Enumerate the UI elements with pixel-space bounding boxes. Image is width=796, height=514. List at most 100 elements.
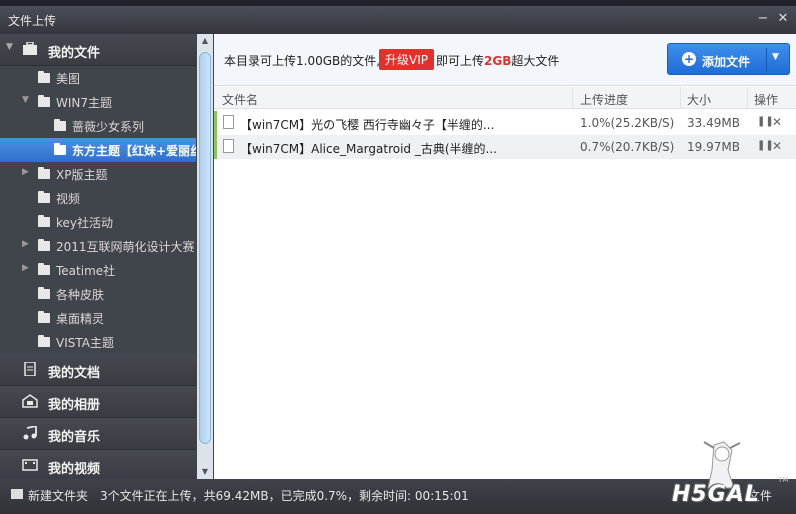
column-divider [572, 87, 573, 109]
tree-folder-item[interactable]: ▼ WIN7主题 [0, 90, 196, 114]
section-video[interactable]: 我的视频 [0, 450, 196, 479]
folder-icon [54, 119, 66, 131]
folder-label: 2011互联网萌化设计大赛 [56, 240, 195, 254]
folder-icon [38, 167, 50, 179]
folder-label: 东方主题【红妹+爱丽丝 [72, 144, 196, 158]
file-size: 19.97MB [687, 140, 740, 154]
table-header: 文件名 上传进度 大小 操作 [214, 87, 796, 109]
tree-folder-item[interactable]: 蔷薇少女系列 [0, 114, 196, 138]
collapse-arrow-icon[interactable]: ▶ [22, 239, 29, 249]
table-row[interactable]: 【win7CM】Alice_Margatroid _古典(半缠的... 0.7%… [214, 135, 796, 159]
tree-folder-item[interactable]: VISTA主题 [0, 330, 196, 354]
minimize-button[interactable]: − [754, 10, 772, 28]
section-photo-album[interactable]: 我的相册 [0, 386, 196, 418]
section-label: 我的相册 [48, 398, 101, 413]
column-divider [680, 87, 681, 109]
add-file-label: 添加文件 [702, 55, 751, 69]
file-size: 33.49MB [687, 116, 740, 130]
folder-label: 各种皮肤 [56, 288, 105, 302]
tree-folder-item[interactable]: key社活动 [0, 210, 196, 234]
vip-promo-text: 即可上传2GB超大文件 [436, 54, 560, 68]
dropdown-arrow-icon[interactable]: ▼ [772, 52, 779, 62]
folder-label: 桌面精灵 [56, 312, 105, 326]
tree-folder-item[interactable]: 东方主题【红妹+爱丽丝 [0, 138, 196, 162]
upgrade-vip-button[interactable]: 升级VIP [379, 49, 434, 70]
folder-icon [38, 287, 50, 299]
col-actions: 操作 [754, 93, 779, 107]
section-music[interactable]: 我的音乐 [0, 418, 196, 450]
collapse-arrow-icon[interactable]: ▼ [6, 42, 13, 52]
section-label: 我的音乐 [48, 430, 101, 445]
folder-tree: ▼ 我的文件 美图 ▼ WIN7主题蔷薇少女系列东方主题【红妹+爱丽丝 ▶ XP版主题视… [0, 34, 196, 479]
folder-icon [38, 335, 50, 347]
folder-label: Teatime社 [56, 264, 116, 278]
tree-folder-item[interactable]: ▶ 2011互联网萌化设计大赛 [0, 234, 196, 258]
folder-icon [38, 263, 50, 275]
col-filename[interactable]: 文件名 [222, 91, 258, 108]
section-label: 我的文档 [48, 366, 101, 381]
watermark-logo: H5GAL TM [666, 440, 789, 510]
folder-label: XP版主题 [56, 168, 108, 182]
tree-folder-item[interactable]: 美图 [0, 66, 196, 90]
video-icon [22, 459, 38, 471]
upload-progress: 1.0%(25.2KB/S) [580, 116, 675, 130]
scroll-up-icon[interactable]: ▲ [197, 34, 213, 48]
tree-folder-item[interactable]: 视频 [0, 186, 196, 210]
quota-text: 本目录可上传1.00GB的文件, [224, 54, 381, 68]
column-divider [747, 87, 748, 109]
folder-icon [38, 239, 50, 251]
photo-album-icon [22, 394, 38, 408]
file-name: 【win7CM】光の飞樱 西行寺幽々子【半缠的... [240, 118, 495, 132]
section-label: 我的文件 [48, 46, 101, 61]
expand-arrow-icon[interactable]: ▼ [22, 95, 29, 105]
new-folder-button[interactable]: 新建文件夹 [28, 487, 88, 504]
folder-icon [54, 143, 66, 155]
table-row[interactable]: 【win7CM】光の飞樱 西行寺幽々子【半缠的... 1.0%(25.2KB/S… [214, 111, 796, 135]
tree-folder-item[interactable]: ▶ XP版主题 [0, 162, 196, 186]
section-document[interactable]: 我的文档 [0, 354, 196, 386]
tree-folder-item[interactable]: 桌面精灵 [0, 306, 196, 330]
file-name: 【win7CM】Alice_Margatroid _古典(半缠的... [240, 142, 497, 156]
briefcase-icon [23, 42, 37, 55]
col-progress[interactable]: 上传进度 [580, 91, 628, 108]
folder-icon [38, 71, 50, 83]
folder-label: 视频 [56, 192, 81, 206]
progress-indicator [214, 111, 217, 135]
upload-summary: 3个文件正在上传，共69.42MB，已完成0.7%，剩余时间: 00:15:01 [100, 489, 469, 503]
sidebar-scrollbar[interactable]: ▲ ▼ [197, 34, 213, 479]
watermark-tm: TM [778, 476, 789, 484]
folder-label: key社活动 [56, 216, 114, 230]
upload-progress: 0.7%(20.7KB/S) [580, 140, 675, 154]
button-divider [766, 48, 767, 72]
folder-icon [38, 95, 50, 107]
tree-folder-item[interactable]: 各种皮肤 [0, 282, 196, 306]
cancel-icon[interactable]: ✕ [772, 139, 782, 153]
col-size[interactable]: 大小 [687, 91, 711, 108]
sidebar: ▼ 我的文件 美图 ▼ WIN7主题蔷薇少女系列东方主题【红妹+爱丽丝 ▶ XP版主题视… [0, 34, 214, 479]
music-icon [23, 426, 37, 440]
close-button[interactable]: ✕ [774, 10, 792, 28]
new-folder-icon[interactable] [11, 489, 23, 499]
folder-label: 美图 [56, 72, 81, 86]
window-titlebar: 文件上传 − ✕ [0, 0, 796, 34]
progress-indicator [214, 135, 217, 159]
folder-icon [38, 215, 50, 227]
window-title: 文件上传 [8, 14, 57, 28]
scroll-thumb[interactable] [199, 52, 211, 444]
watermark-text: H5GAL [672, 482, 760, 507]
cancel-icon[interactable]: ✕ [772, 115, 782, 129]
folder-icon [38, 191, 50, 203]
scroll-down-icon[interactable]: ▼ [197, 465, 213, 479]
tree-folder-item[interactable]: ▶ Teatime社 [0, 258, 196, 282]
folder-icon [38, 311, 50, 323]
folder-label: 蔷薇少女系列 [72, 120, 145, 134]
add-file-button[interactable]: + 添加文件 ▼ [667, 43, 790, 75]
file-icon [223, 139, 234, 153]
collapse-arrow-icon[interactable]: ▶ [22, 167, 29, 177]
plus-icon: + [682, 52, 696, 66]
document-icon [24, 362, 36, 376]
folder-label: WIN7主题 [56, 96, 113, 110]
section-label: 我的视频 [48, 462, 101, 477]
collapse-arrow-icon[interactable]: ▶ [22, 263, 29, 273]
section-my-files[interactable]: ▼ 我的文件 [0, 34, 196, 66]
